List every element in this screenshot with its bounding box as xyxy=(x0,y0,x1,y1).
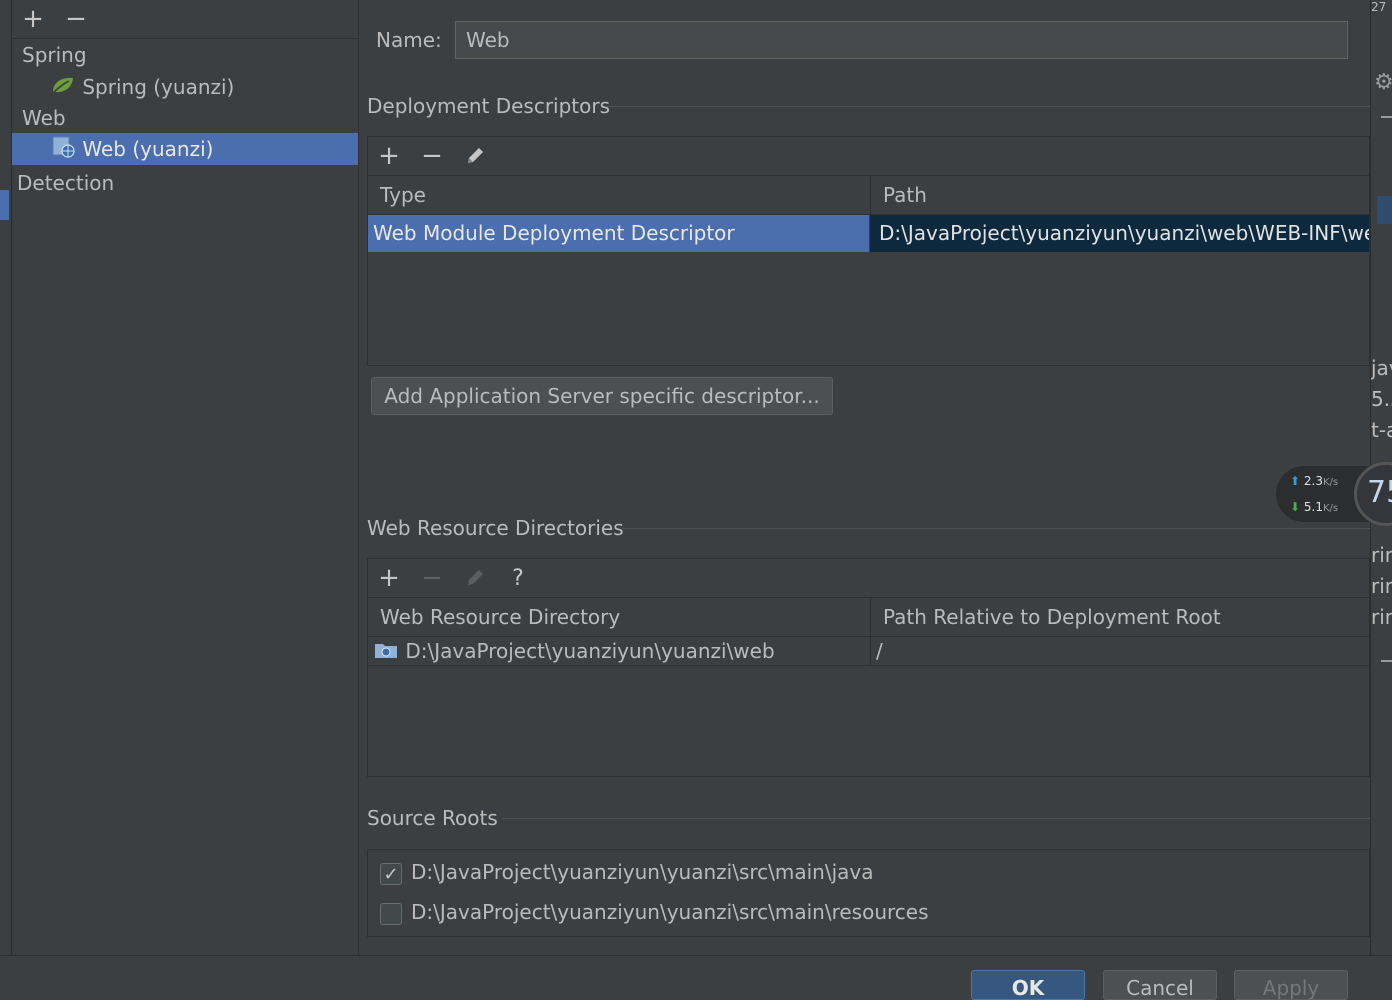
tree-toolbar: + − xyxy=(12,0,358,39)
spring-leaf-icon xyxy=(50,73,76,105)
add-resource-button[interactable]: + xyxy=(372,561,406,595)
source-root-path: D:\JavaProject\yuanziyun\yuanzi\src\main… xyxy=(411,860,874,884)
section-divider xyxy=(502,818,1370,819)
deployment-descriptors-table: + − Type Path Web Module Deployment Desc… xyxy=(367,136,1370,366)
speed-unit: K/s xyxy=(1322,477,1339,488)
web-module-icon xyxy=(50,134,76,167)
edge-text-fragment: rin xyxy=(1371,605,1392,629)
web-resource-directories-title: Web Resource Directories xyxy=(367,516,624,540)
web-folder-icon xyxy=(373,639,399,666)
tree-item-label: Web xyxy=(22,106,66,130)
table-row[interactable]: D:\JavaProject\yuanziyun\yuanzi\web / xyxy=(368,637,1369,666)
facet-tree-panel: + − Spring Spring (yuanzi) Web Web (yuan… xyxy=(12,0,359,955)
resource-directory-cell[interactable]: D:\JavaProject\yuanziyun\yuanzi\web xyxy=(368,637,870,665)
source-root-checkbox-unchecked[interactable] xyxy=(380,903,402,925)
edge-text-fragment: rin xyxy=(1371,543,1392,567)
edge-text-fragment: 27 xyxy=(1371,0,1387,14)
remove-facet-button[interactable]: − xyxy=(59,2,93,36)
web-resource-table: + − ? Web Resource Directory Path Relati… xyxy=(367,558,1370,777)
remove-descriptor-button[interactable]: − xyxy=(415,139,449,173)
edge-text-fragment: 5.5 xyxy=(1371,387,1392,411)
edge-dash xyxy=(1381,660,1392,662)
tree-item-detection[interactable]: Detection xyxy=(17,167,114,199)
resource-directory-path: D:\JavaProject\yuanziyun\yuanzi\web xyxy=(405,639,775,663)
tree-item-spring[interactable]: Spring xyxy=(22,39,87,71)
tree-item-label: Web (yuanzi) xyxy=(82,137,214,161)
tree-item-web-yuanzi[interactable]: Web (yuanzi) xyxy=(12,133,358,165)
section-divider xyxy=(622,528,1370,529)
deployment-descriptors-title: Deployment Descriptors xyxy=(367,94,611,118)
speed-unit: K/s xyxy=(1322,503,1339,514)
source-root-checkbox-checked[interactable]: ✓ xyxy=(380,863,402,885)
name-input[interactable]: Web xyxy=(455,21,1348,59)
help-button[interactable]: ? xyxy=(501,561,535,595)
edge-text-fragment: t-a xyxy=(1371,418,1392,442)
upload-speed: 2.3 xyxy=(1303,474,1323,488)
descriptor-type-cell[interactable]: Web Module Deployment Descriptor xyxy=(368,215,869,252)
gear-icon[interactable]: ⚙ xyxy=(1374,70,1392,95)
source-root-path: D:\JavaProject\yuanziyun\yuanzi\src\main… xyxy=(411,900,929,924)
edge-text-fragment: rin xyxy=(1371,574,1392,598)
download-speed: 5.1 xyxy=(1303,500,1323,514)
add-descriptor-button[interactable]: + xyxy=(372,139,406,173)
edit-pencil-icon[interactable] xyxy=(458,561,492,595)
edge-text-fragment: jav xyxy=(1371,356,1392,380)
tree-item-spring-yuanzi[interactable]: Spring (yuanzi) xyxy=(50,71,234,103)
source-roots-title: Source Roots xyxy=(367,806,498,830)
network-speed-widget[interactable]: ⬆ 2.3K/s ⬇ 5.1K/s 75 xyxy=(1276,462,1392,526)
left-edge-selection-marker xyxy=(0,190,9,220)
table-row[interactable]: Web Module Deployment Descriptor D:\Java… xyxy=(368,215,1369,252)
gauge-ring: 75 xyxy=(1354,462,1392,526)
download-arrow-icon: ⬇ xyxy=(1290,500,1301,514)
column-header-relative-path[interactable]: Path Relative to Deployment Root xyxy=(870,598,1371,636)
resource-table-header: Web Resource Directory Path Relative to … xyxy=(368,598,1369,637)
resource-toolbar: + − ? xyxy=(368,559,1369,598)
upload-arrow-icon: ⬆ xyxy=(1290,474,1301,488)
column-header-type[interactable]: Type xyxy=(368,176,870,214)
tree-item-web[interactable]: Web xyxy=(22,102,66,134)
ok-button[interactable]: OK xyxy=(971,970,1085,1000)
edge-dash xyxy=(1381,116,1392,118)
remove-resource-button[interactable]: − xyxy=(415,561,449,595)
name-label: Name: xyxy=(376,28,442,52)
descriptor-path-cell[interactable]: D:\JavaProject\yuanziyun\yuanzi\web\WEB-… xyxy=(870,215,1369,252)
section-divider xyxy=(606,106,1370,107)
column-header-directory[interactable]: Web Resource Directory xyxy=(368,598,870,636)
edit-pencil-icon[interactable] xyxy=(458,139,492,173)
deployment-toolbar: + − xyxy=(368,137,1369,176)
relative-path-cell[interactable]: / xyxy=(870,637,1369,665)
apply-button[interactable]: Apply xyxy=(1234,970,1348,1000)
edge-selection xyxy=(1377,196,1392,224)
deployment-table-header: Type Path xyxy=(368,176,1369,215)
gauge-value: 75 xyxy=(1367,475,1392,510)
tree-item-label: Detection xyxy=(17,171,115,195)
cancel-button[interactable]: Cancel xyxy=(1103,970,1217,1000)
tree-item-label: Spring xyxy=(22,43,87,67)
add-server-descriptor-button[interactable]: Add Application Server specific descript… xyxy=(371,377,833,415)
add-facet-button[interactable]: + xyxy=(16,2,50,36)
left-edge-strip xyxy=(0,0,12,955)
source-roots-list: ✓ D:\JavaProject\yuanziyun\yuanzi\src\ma… xyxy=(367,849,1370,937)
tree-item-label: Spring (yuanzi) xyxy=(82,75,235,99)
column-header-path[interactable]: Path xyxy=(870,176,1371,214)
